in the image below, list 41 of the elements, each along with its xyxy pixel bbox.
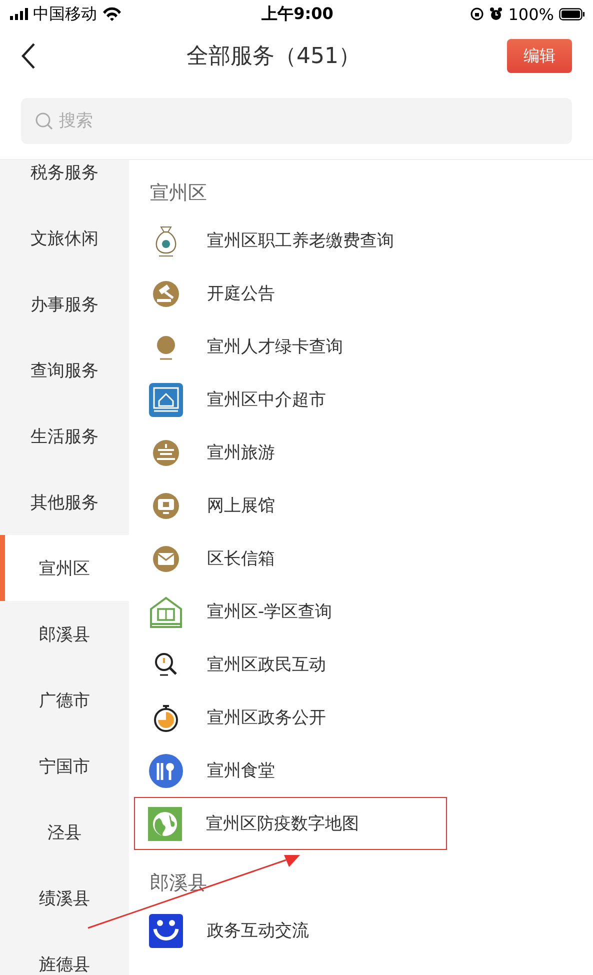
service-item[interactable]: 宣州区-学区查询 <box>134 585 447 638</box>
sidebar-item[interactable]: 办事服务 <box>0 271 129 337</box>
service-item[interactable]: 区长信箱 <box>134 532 447 585</box>
smile-icon <box>148 912 184 948</box>
sidebar-item[interactable]: 旌德县 <box>0 931 129 975</box>
globe-icon <box>147 806 183 842</box>
section-heading: 宣州区 <box>150 181 207 206</box>
service-item[interactable]: 宣州食堂 <box>134 744 447 797</box>
service-item[interactable]: 宣州区中介超市 <box>134 373 447 426</box>
sidebar-item[interactable]: 文旅休闲 <box>0 205 129 271</box>
sidebar-item[interactable]: 查询服务 <box>0 337 129 403</box>
wifi-icon <box>102 7 122 21</box>
service-item[interactable]: 宣州区政务公开 <box>134 691 447 744</box>
status-time: 上午9:00 <box>262 4 334 24</box>
service-item[interactable]: 宣州区政民互动 <box>134 638 447 691</box>
page-title: 全部服务（451） <box>186 43 360 71</box>
service-item[interactable]: 网上展馆 <box>134 479 447 532</box>
sidebar-item[interactable]: 广德市 <box>0 667 129 733</box>
sidebar-item[interactable]: 其他服务 <box>0 469 129 535</box>
battery-percent: 100% <box>508 4 554 24</box>
utensils-icon <box>148 752 184 788</box>
alarm-clock-icon <box>489 7 504 21</box>
highlighted-service-item[interactable]: 宣州区防疫数字地图 <box>134 797 447 850</box>
service-item[interactable]: 政务互动交流 <box>134 904 447 957</box>
sidebar-item[interactable]: 生活服务 <box>0 403 129 469</box>
sidebar-item[interactable]: 宣州区 <box>0 535 129 601</box>
sidebar-item[interactable]: 绩溪县 <box>0 865 129 931</box>
sidebar-item[interactable]: 泾县 <box>0 799 129 865</box>
sidebar-item[interactable]: 税务服务 <box>0 160 129 205</box>
house-icon <box>148 382 184 418</box>
carrier-name: 中国移动 <box>33 4 97 24</box>
service-item[interactable]: 宣州区职工养老缴费查询 <box>134 214 447 267</box>
edit-button[interactable]: 编辑 <box>507 39 572 73</box>
signal-icon <box>10 8 28 20</box>
battery-icon <box>558 8 585 20</box>
sidebar-item[interactable]: 宁国市 <box>0 733 129 799</box>
service-item[interactable]: 宣州人才绿卡查询 <box>134 320 447 373</box>
sidebar-item[interactable]: 郎溪县 <box>0 601 129 667</box>
service-item[interactable]: 开庭公告 <box>134 267 447 320</box>
service-item[interactable]: 宣州旅游 <box>134 426 447 479</box>
search-field[interactable]: 搜索 <box>21 98 572 144</box>
